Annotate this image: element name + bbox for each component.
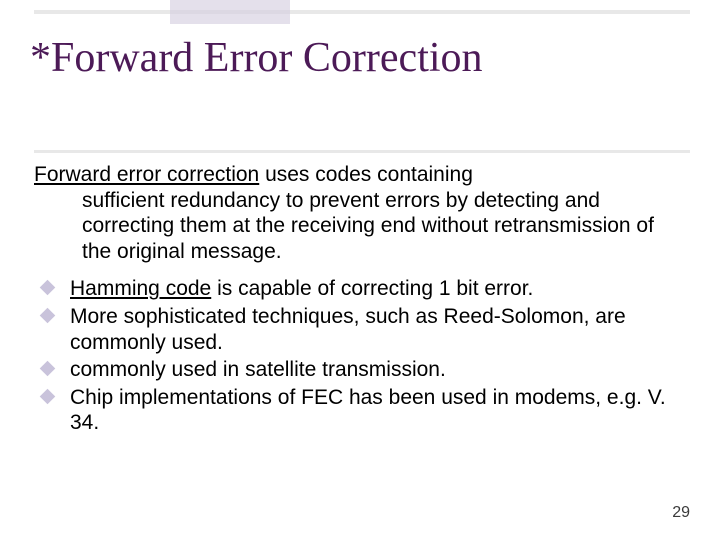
bullet-text: commonly used in satellite transmission. [70,358,446,381]
intro-link[interactable]: Forward error correction [34,163,259,186]
bullet-link[interactable]: Hamming code [70,277,211,300]
bullet-text: Chip implementations of FEC has been use… [70,386,666,435]
intro-paragraph: Forward error correction uses codes cont… [34,162,680,264]
slide-title: *Forward Error Correction [30,36,690,80]
bullet-text: More sophisticated techniques, such as R… [70,305,626,354]
list-item: Hamming code is capable of correcting 1 … [42,276,680,302]
list-item: More sophisticated techniques, such as R… [42,304,680,355]
intro-rest-wrapped: sufficient redundancy to prevent errors … [34,188,680,265]
list-item: Chip implementations of FEC has been use… [42,385,680,436]
bullet-list: Hamming code is capable of correcting 1 … [34,276,680,436]
slide-body: Forward error correction uses codes cont… [34,162,680,438]
list-item: commonly used in satellite transmission. [42,357,680,383]
title-underline [34,150,690,153]
page-number: 29 [672,504,690,522]
header-accent-bar [170,0,290,24]
bullet-text: is capable of correcting 1 bit error. [211,277,533,300]
top-rule [34,10,690,14]
slide: *Forward Error Correction Forward error … [0,0,720,540]
intro-rest-line1: uses codes containing [259,163,473,186]
